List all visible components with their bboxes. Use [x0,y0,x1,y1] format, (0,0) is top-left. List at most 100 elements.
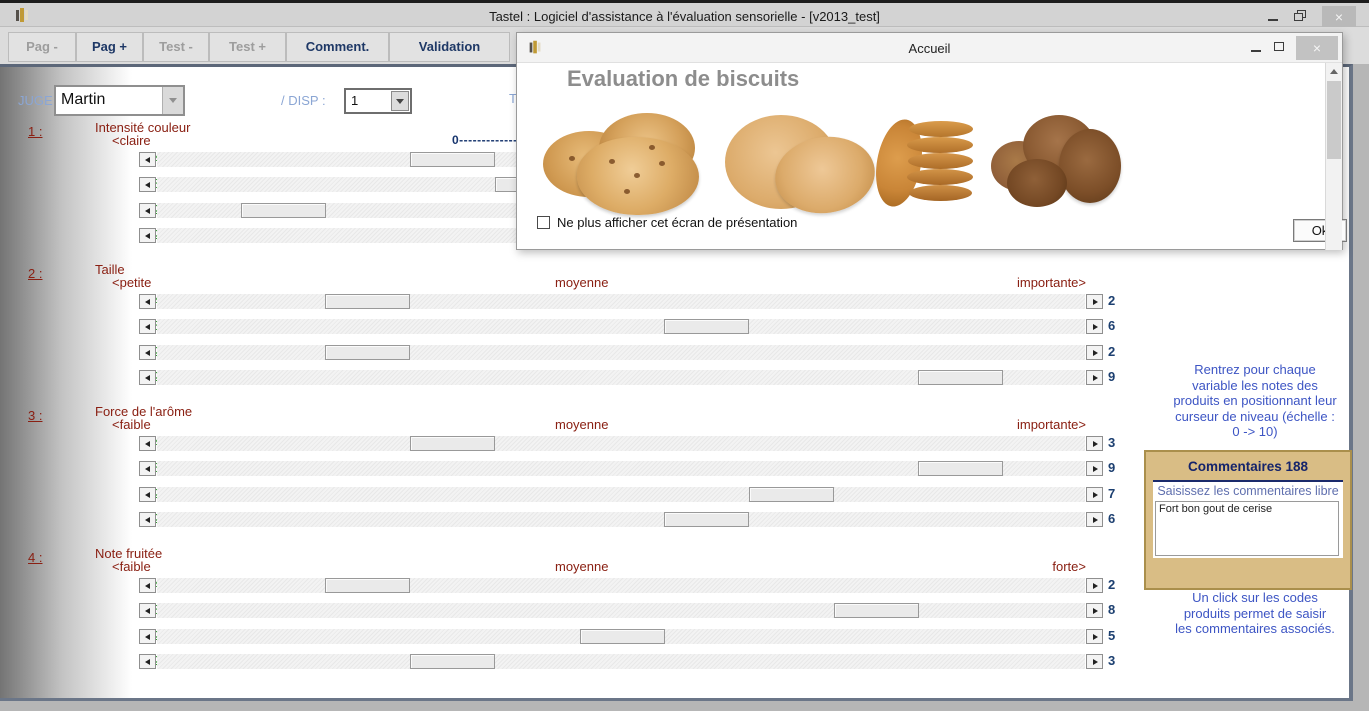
slider-increment-button[interactable] [1086,319,1103,334]
slider-decrement-button[interactable] [139,345,156,360]
arrow-right-icon [1093,634,1098,640]
slider-thumb[interactable] [241,203,326,218]
toolbar-button-test[interactable]: Test + [209,32,286,62]
scale-mid-label: moyenne [555,275,608,290]
chevron-down-icon[interactable] [391,91,409,111]
slider-thumb[interactable] [325,294,410,309]
scrollbar-thumb[interactable] [1327,81,1341,159]
slider-increment-button[interactable] [1086,345,1103,360]
slider-thumb[interactable] [918,461,1003,476]
slider-value: 3 [1108,435,1138,450]
slider-increment-button[interactable] [1086,487,1103,502]
minimize-icon[interactable] [1251,50,1261,52]
slider-track[interactable] [157,654,1085,669]
slider-thumb[interactable] [410,654,495,669]
slider-decrement-button[interactable] [139,629,156,644]
slider-decrement-button[interactable] [139,177,156,192]
slider-increment-button[interactable] [1086,294,1103,309]
disp-value: 1 [351,93,358,108]
slider-increment-button[interactable] [1086,461,1103,476]
slider-track[interactable] [157,436,1085,451]
slider-increment-button[interactable] [1086,629,1103,644]
slider-decrement-button[interactable] [139,654,156,669]
toolbar-button-test[interactable]: Test - [143,32,209,62]
slider-increment-button[interactable] [1086,512,1103,527]
slider-thumb[interactable] [325,345,410,360]
slider-decrement-button[interactable] [139,370,156,385]
slider-track[interactable] [157,370,1085,385]
slider-increment-button[interactable] [1086,603,1103,618]
judge-combobox[interactable]: Martin [54,85,185,116]
slider-track[interactable] [157,294,1085,309]
slider-thumb[interactable] [749,487,834,502]
scale-left-label: <claire [112,133,151,148]
arrow-left-icon [145,583,150,589]
slider-decrement-button[interactable] [139,319,156,334]
slider-value: 2 [1108,293,1138,308]
slider-track[interactable] [157,578,1085,593]
slider-decrement-button[interactable] [139,512,156,527]
slider-thumb[interactable] [410,152,495,167]
arrow-left-icon [145,324,150,330]
slider-track[interactable] [157,461,1085,476]
slider-thumb[interactable] [410,436,495,451]
scale-right-label: importante> [953,417,1086,432]
slider-decrement-button[interactable] [139,436,156,451]
judge-label: JUGE [18,93,53,108]
disp-combobox[interactable]: 1 [344,88,412,114]
slider-increment-button[interactable] [1086,370,1103,385]
slider-track[interactable] [157,487,1085,502]
cookie-image-shortbread [717,111,879,215]
slider-decrement-button[interactable] [139,603,156,618]
slider-value: 3 [1108,653,1138,668]
section-number: 1 : [28,124,42,139]
slider-thumb[interactable] [834,603,919,618]
slider-track[interactable] [157,603,1085,618]
slider-thumb[interactable] [325,578,410,593]
slider-increment-button[interactable] [1086,436,1103,451]
arrow-right-icon [1093,299,1098,305]
slider-decrement-button[interactable] [139,152,156,167]
arrow-left-icon [145,182,150,188]
slider-thumb[interactable] [580,629,665,644]
dialog-scrollbar[interactable] [1325,63,1342,250]
chevron-down-icon[interactable] [162,87,183,114]
arrow-left-icon [145,659,150,665]
dont-show-again-checkbox[interactable] [537,216,550,229]
slider-thumb[interactable] [664,319,749,334]
slider-increment-button[interactable] [1086,654,1103,669]
slider-track[interactable] [157,512,1085,527]
slider-increment-button[interactable] [1086,578,1103,593]
slider-track[interactable] [157,629,1085,644]
dialog-heading: Evaluation de biscuits [567,66,799,92]
slider-decrement-button[interactable] [139,294,156,309]
arrow-right-icon [1093,492,1098,498]
scale-right-label: importante> [953,275,1086,290]
app-window: Tastel : Logiciel d'assistance à l'évalu… [0,0,1369,711]
toolbar-button-comment[interactable]: Comment. [286,32,389,62]
slider-track[interactable] [157,319,1085,334]
section-number: 2 : [28,266,42,281]
arrow-left-icon [145,466,150,472]
close-icon[interactable]: × [1322,6,1356,28]
arrow-right-icon [1093,466,1098,472]
slider-thumb[interactable] [918,370,1003,385]
slider-decrement-button[interactable] [139,203,156,218]
slider-decrement-button[interactable] [139,461,156,476]
arrow-left-icon [145,157,150,163]
close-icon[interactable]: × [1296,36,1338,60]
slider-decrement-button[interactable] [139,578,156,593]
slider-thumb[interactable] [664,512,749,527]
comments-textarea[interactable]: Fort bon gout de cerise [1155,501,1339,556]
cookie-image-dark-cookies [985,111,1125,215]
slider-decrement-button[interactable] [139,228,156,243]
minimize-icon[interactable] [1268,19,1278,21]
slider-track[interactable] [157,345,1085,360]
maximize-icon[interactable] [1274,42,1284,51]
comments-title: Commentaires 188 [1146,459,1350,474]
slider-decrement-button[interactable] [139,487,156,502]
toolbar-button-validation[interactable]: Validation [389,32,510,62]
toolbar-button-pag[interactable]: Pag - [8,32,76,62]
toolbar-button-pag[interactable]: Pag + [76,32,143,62]
scroll-up-icon[interactable] [1326,63,1342,80]
